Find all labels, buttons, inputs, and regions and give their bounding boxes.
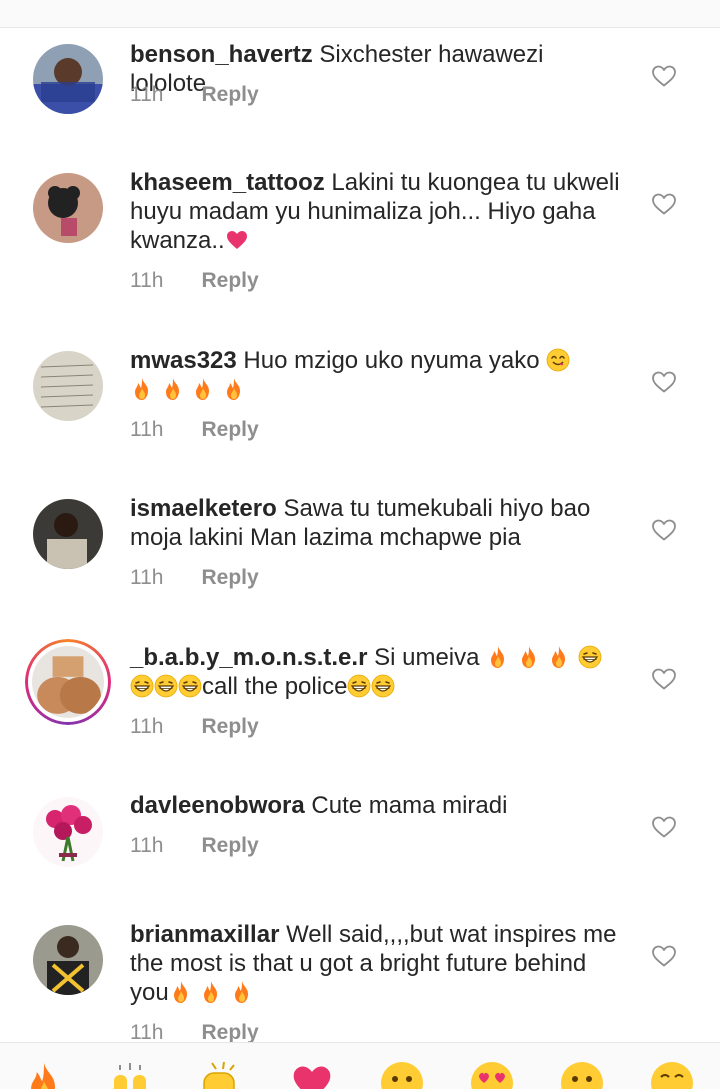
comment-text: khaseem_tattooz Lakini tu kuongea tu ukw…: [130, 168, 625, 255]
grinning-squint-emoji: [154, 674, 178, 698]
fire-reaction-button[interactable]: [22, 1061, 66, 1089]
grinning-squint-emoji: [178, 674, 202, 698]
comment-time: 11h: [130, 83, 164, 106]
comment-username[interactable]: davleenobwora: [130, 792, 305, 819]
savoring-food-emoji: [546, 348, 570, 372]
fire-emoji: [191, 377, 215, 401]
clapping-hands-reaction-button[interactable]: [198, 1061, 242, 1089]
comment-username[interactable]: benson_havertz: [130, 41, 313, 68]
heart-eyes-reaction-button[interactable]: [470, 1061, 514, 1089]
comment-text: brianmaxillar Well said,,,,but wat inspi…: [130, 920, 625, 1007]
reply-button[interactable]: Reply: [201, 566, 258, 589]
fire-emoji: [230, 980, 254, 1004]
reply-button[interactable]: Reply: [201, 83, 258, 106]
fire-emoji: [486, 645, 510, 669]
comment-meta: 11h Reply: [130, 566, 259, 590]
reply-button[interactable]: Reply: [201, 1021, 258, 1044]
comment-time: 11h: [130, 269, 164, 292]
fire-emoji: [161, 377, 185, 401]
grinning-reaction-button[interactable]: [650, 1061, 694, 1089]
avatar[interactable]: [33, 173, 103, 243]
grinning-squint-emoji: [578, 645, 602, 669]
fire-emoji: [169, 980, 193, 1004]
comment-username[interactable]: ismaelketero: [130, 495, 277, 522]
grinning-squint-emoji: [347, 674, 371, 698]
comment-username[interactable]: _b.a.b.y_m.o.n.s.t.e.r: [130, 644, 367, 671]
comment-text: ismaelketero Sawa tu tumekubali hiyo bao…: [130, 494, 625, 552]
reply-button[interactable]: Reply: [201, 715, 258, 738]
heart-outline-icon[interactable]: [651, 64, 677, 88]
comment-body: Huo mzigo uko nyuma yako: [243, 347, 540, 374]
raising-hands-reaction-button[interactable]: [108, 1061, 152, 1089]
top-bar: [0, 0, 720, 28]
comment-text: davleenobwora Cute mama miradi: [130, 791, 625, 820]
fire-emoji: [222, 377, 246, 401]
fire-emoji: [517, 645, 541, 669]
avatar[interactable]: [33, 797, 103, 867]
red-heart-reaction-button[interactable]: [290, 1061, 334, 1089]
comment-meta: 11h Reply: [130, 834, 259, 858]
comment-body-2: call the police: [202, 673, 348, 700]
red-heart-emoji: [225, 228, 249, 252]
comment-time: 11h: [130, 418, 164, 441]
grinning-squint-emoji: [130, 674, 154, 698]
avatar[interactable]: [33, 44, 103, 114]
comment-username[interactable]: brianmaxillar: [130, 921, 279, 948]
comment-meta: 11h Reply: [130, 418, 259, 442]
heart-outline-icon[interactable]: [651, 370, 677, 394]
heart-outline-icon[interactable]: [651, 944, 677, 968]
fire-emoji: [547, 645, 571, 669]
heart-outline-icon[interactable]: [651, 518, 677, 542]
quick-reaction-bar: [0, 1042, 720, 1089]
comment-time: 11h: [130, 715, 164, 738]
comment-meta: 11h Reply: [130, 715, 259, 739]
avatar[interactable]: [25, 639, 111, 725]
avatar[interactable]: [33, 351, 103, 421]
comment-time: 11h: [130, 566, 164, 589]
reply-button[interactable]: Reply: [201, 834, 258, 857]
comment-time: 11h: [130, 1021, 164, 1044]
fire-emoji: [130, 377, 154, 401]
reply-button[interactable]: Reply: [201, 269, 258, 292]
comment-body: Si umeiva: [374, 644, 480, 671]
comment-text: mwas323 Huo mzigo uko nyuma yako: [130, 346, 625, 404]
avatar[interactable]: [33, 499, 103, 569]
grinning-squint-emoji: [371, 674, 395, 698]
reply-button[interactable]: Reply: [201, 418, 258, 441]
comment-username[interactable]: mwas323: [130, 347, 237, 374]
comment-meta: 11h Reply: [130, 83, 259, 107]
heart-outline-icon[interactable]: [651, 667, 677, 691]
heart-outline-icon[interactable]: [651, 192, 677, 216]
comment-body: Cute mama miradi: [311, 792, 508, 819]
comment-time: 11h: [130, 834, 164, 857]
fire-emoji: [199, 980, 223, 1004]
heart-outline-icon[interactable]: [651, 815, 677, 839]
comment-username[interactable]: khaseem_tattooz: [130, 169, 325, 196]
smiling-face-reaction-button[interactable]: [380, 1061, 424, 1089]
comment-meta: 11h Reply: [130, 269, 259, 293]
avatar[interactable]: [33, 925, 103, 995]
comment-text: _b.a.b.y_m.o.n.s.t.e.r Si umeiva call th…: [130, 643, 625, 701]
astonished-reaction-button[interactable]: [560, 1061, 604, 1089]
